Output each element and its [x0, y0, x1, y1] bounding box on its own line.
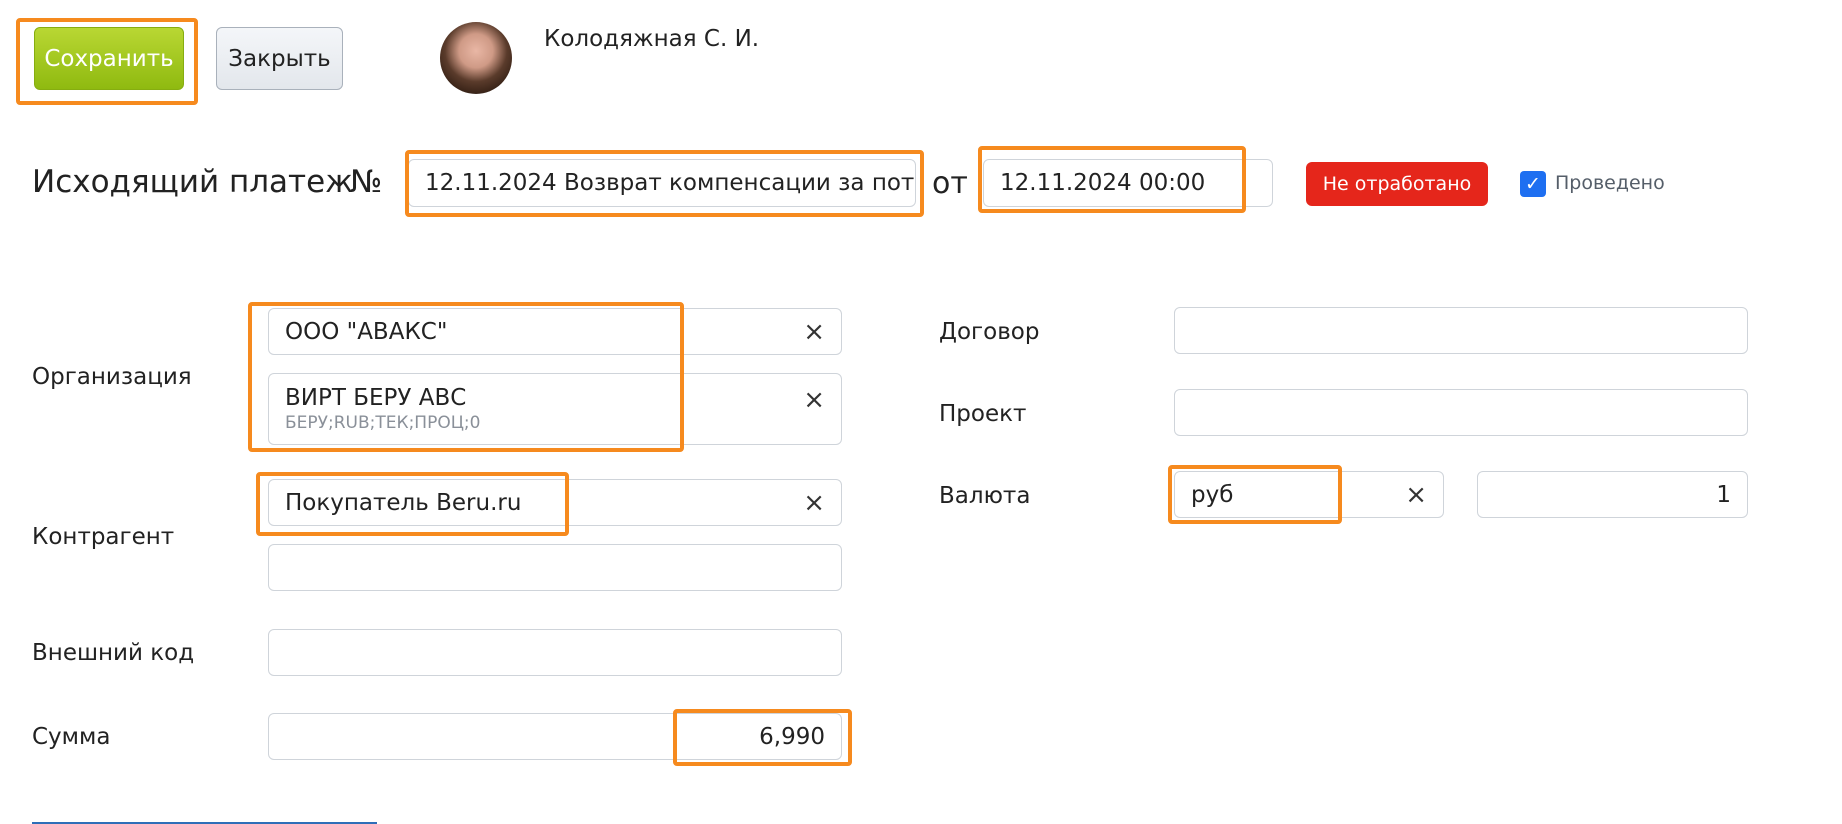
currency-label: Валюта	[939, 483, 1031, 509]
posted-checkbox[interactable]: ✓	[1520, 171, 1546, 197]
number-sign: №	[350, 164, 383, 200]
contract-label: Договор	[939, 319, 1040, 345]
close-icon[interactable]: ×	[1405, 482, 1427, 508]
account-subtext: БЕРУ;RUB;ТЕК;ПРОЦ;0	[285, 413, 481, 433]
external-code-label: Внешний код	[32, 640, 195, 666]
organization-label: Организация	[32, 364, 192, 390]
close-button[interactable]: Закрыть	[216, 27, 343, 90]
project-label: Проект	[939, 401, 1027, 427]
currency-value: руб	[1191, 481, 1234, 508]
close-icon[interactable]: ×	[803, 490, 825, 516]
exchange-rate-value: 1	[1716, 481, 1731, 508]
counterparty-select[interactable]: Покупатель Beru.ru ×	[268, 479, 842, 526]
date-prefix: от	[932, 166, 968, 201]
counterparty-value: Покупатель Beru.ru	[285, 489, 522, 516]
exchange-rate-input[interactable]: 1	[1477, 471, 1748, 518]
save-button[interactable]: Сохранить	[34, 27, 184, 90]
page-title: Исходящий платеж	[32, 164, 354, 200]
amount-input[interactable]: 6,990	[268, 713, 842, 760]
organization-select[interactable]: ООО "АВАКС" ×	[268, 308, 842, 355]
account-value: ВИРТ БЕРУ АВС	[285, 385, 467, 411]
document-number-input[interactable]: 12.11.2024 Возврат компенсации за потеря	[408, 159, 916, 207]
counterparty-label: Контрагент	[32, 524, 175, 550]
amount-value: 6,990	[759, 723, 825, 750]
checkmark-icon: ✓	[1525, 172, 1541, 195]
counterparty-extra-input[interactable]	[268, 544, 842, 591]
project-input[interactable]	[1174, 389, 1748, 436]
contract-input[interactable]	[1174, 307, 1748, 354]
currency-select[interactable]: руб ×	[1174, 471, 1444, 518]
external-code-input[interactable]	[268, 629, 842, 676]
avatar[interactable]	[440, 22, 512, 94]
account-select[interactable]: ВИРТ БЕРУ АВС БЕРУ;RUB;ТЕК;ПРОЦ;0 ×	[268, 373, 842, 445]
posted-label: Проведено	[1555, 172, 1665, 194]
amount-label: Сумма	[32, 724, 111, 750]
close-icon[interactable]: ×	[803, 319, 825, 345]
close-icon[interactable]: ×	[803, 387, 825, 413]
document-date-input[interactable]: 12.11.2024 00:00	[983, 159, 1273, 207]
organization-value: ООО "АВАКС"	[285, 318, 448, 345]
status-badge[interactable]: Не отработано	[1306, 162, 1488, 206]
user-name: Колодяжная С. И.	[544, 26, 760, 52]
